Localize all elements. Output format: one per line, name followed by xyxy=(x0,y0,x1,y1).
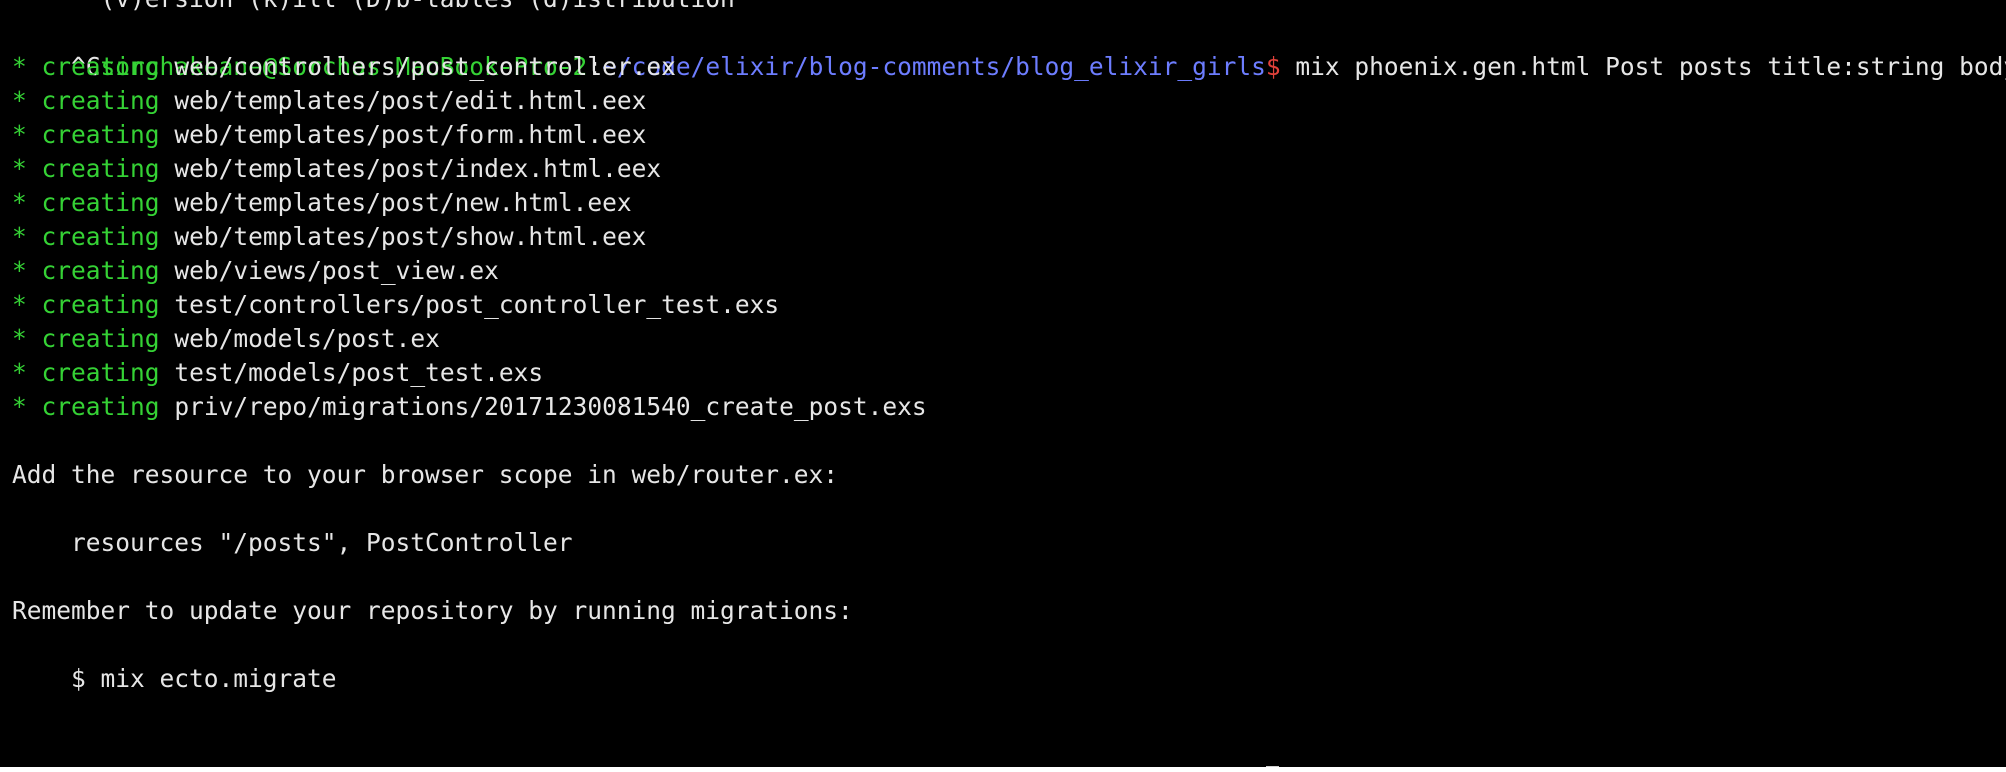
terminal-window[interactable]: (v)ersion (k)ill (D)b-tables (d)istribut… xyxy=(0,0,2006,767)
file-path: test/controllers/post_controller_test.ex… xyxy=(174,290,780,319)
file-path: web/templates/post/form.html.eex xyxy=(174,120,647,149)
file-path: web/templates/post/new.html.eex xyxy=(174,188,632,217)
creating-label: creating xyxy=(41,256,160,285)
file-path: priv/repo/migrations/20171230081540_crea… xyxy=(174,392,927,421)
file-path: web/models/post.ex xyxy=(174,324,440,353)
file-path: web/templates/post/index.html.eex xyxy=(174,154,662,183)
active-prompt-line[interactable]: sorchakeane@Sorchas-MacBook-Pro-2:~/code… xyxy=(12,730,1279,767)
file-created-line: * creating test/controllers/post_control… xyxy=(12,288,779,322)
star-marker: * xyxy=(12,154,27,183)
star-marker: * xyxy=(12,256,27,285)
star-marker: * xyxy=(12,52,27,81)
router-snippet: resources "/posts", PostController xyxy=(12,528,573,557)
star-marker: * xyxy=(12,324,27,353)
file-path: web/templates/post/show.html.eex xyxy=(174,222,647,251)
file-created-line: * creating web/templates/post/form.html.… xyxy=(12,118,646,152)
star-marker: * xyxy=(12,222,27,251)
creating-label: creating xyxy=(41,120,160,149)
star-marker: * xyxy=(12,86,27,115)
creating-label: creating xyxy=(41,52,160,81)
file-created-line: * creating web/templates/post/new.html.e… xyxy=(12,186,632,220)
prompt-symbol: $ xyxy=(1265,52,1281,81)
file-path: web/controllers/post_controller.ex xyxy=(174,52,676,81)
star-marker: * xyxy=(12,188,27,217)
file-created-line: * creating test/models/post_test.exs xyxy=(12,356,543,390)
file-path: web/templates/post/edit.html.eex xyxy=(174,86,647,115)
star-marker: * xyxy=(12,120,27,149)
file-path: web/views/post_view.ex xyxy=(174,256,499,285)
star-marker: * xyxy=(12,358,27,387)
file-path: test/models/post_test.exs xyxy=(174,358,544,387)
command-text: mix phoenix.gen.html Post posts title:st… xyxy=(1295,52,2006,81)
creating-label: creating xyxy=(41,188,160,217)
clipped-output-line: (v)ersion (k)ill (D)b-tables (d)istribut… xyxy=(12,0,735,16)
migrate-instruction: Remember to update your repository by ru… xyxy=(12,596,853,625)
creating-label: creating xyxy=(41,222,160,251)
creating-label: creating xyxy=(41,324,160,353)
star-marker: * xyxy=(12,392,27,421)
file-created-line: * creating priv/repo/migrations/20171230… xyxy=(12,390,927,424)
router-instruction: Add the resource to your browser scope i… xyxy=(12,460,839,489)
file-created-line: * creating web/models/post.ex xyxy=(12,322,440,356)
file-created-line: * creating web/templates/post/index.html… xyxy=(12,152,661,186)
file-created-line: * creating web/controllers/post_controll… xyxy=(12,50,676,84)
file-created-line: * creating web/views/post_view.ex xyxy=(12,254,499,288)
window-bottom-edge xyxy=(0,767,2006,772)
prompt-path: ~/code/elixir/blog-comments/blog_elixir_… xyxy=(602,52,1266,81)
creating-label: creating xyxy=(41,86,160,115)
command-line: ^Csorchakeane@Sorchas-MacBook-Pro-2:~/co… xyxy=(12,16,2006,81)
creating-label: creating xyxy=(41,392,160,421)
star-marker: * xyxy=(12,290,27,319)
file-created-line: * creating web/templates/post/show.html.… xyxy=(12,220,646,254)
migrate-snippet: $ mix ecto.migrate xyxy=(12,664,337,693)
creating-label: creating xyxy=(41,154,160,183)
creating-label: creating xyxy=(41,358,160,387)
file-created-line: * creating web/templates/post/edit.html.… xyxy=(12,84,646,118)
creating-label: creating xyxy=(41,290,160,319)
